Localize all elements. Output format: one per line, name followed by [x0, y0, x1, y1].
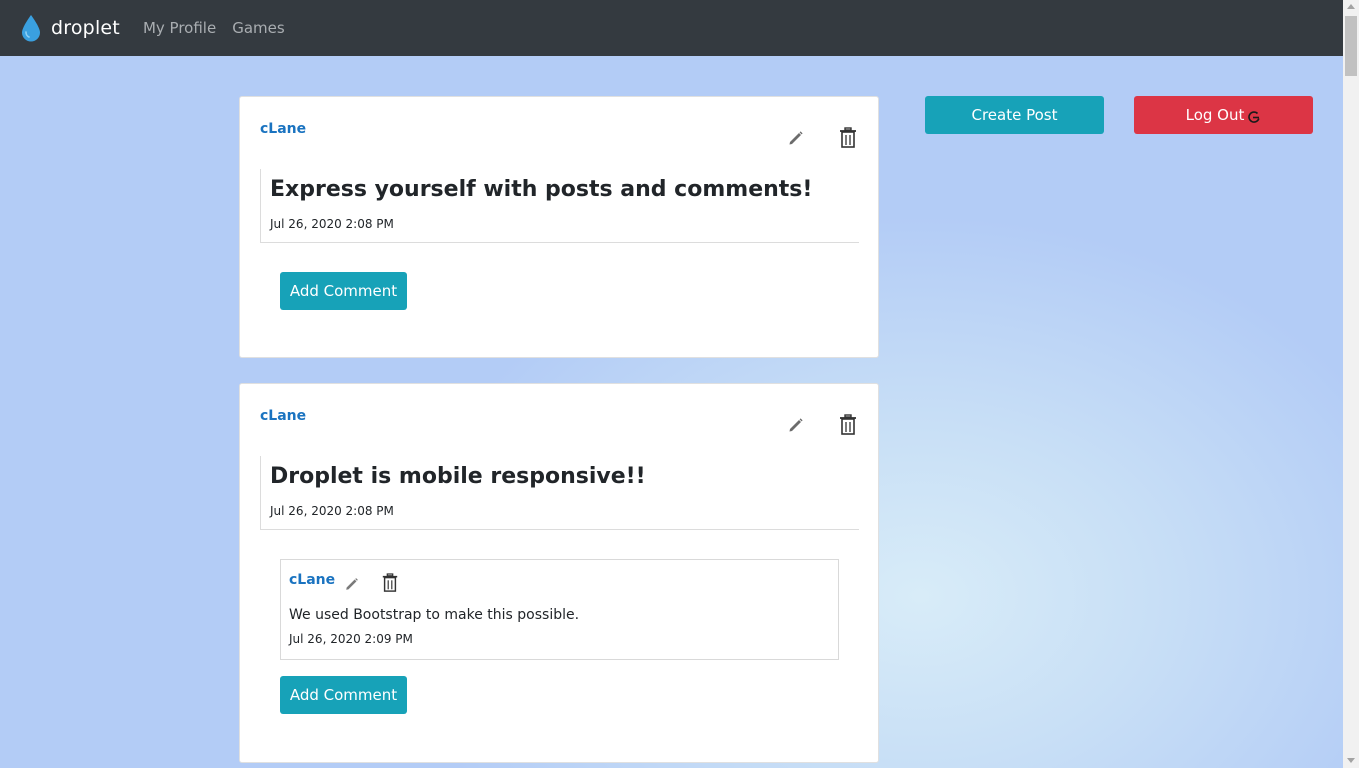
nav-link-my-profile[interactable]: My Profile [143, 19, 216, 37]
delete-comment-trash-icon[interactable] [381, 573, 399, 593]
add-comment-button[interactable]: Add Comment [280, 272, 407, 310]
post-content: Droplet is mobile responsive!! Jul 26, 2… [260, 456, 859, 530]
droplet-logo-icon [22, 15, 40, 42]
post-card: cLane Express yourself with posts and co… [239, 96, 879, 358]
create-post-button[interactable]: Create Post [925, 96, 1104, 134]
post-title: Express yourself with posts and comments… [270, 177, 813, 202]
nav-link-games[interactable]: Games [232, 19, 284, 37]
comment-text: We used Bootstrap to make this possible. [289, 607, 580, 623]
post-card: cLane Droplet is mobile responsive!! Jul… [239, 383, 879, 763]
log-out-button[interactable]: Log Out [1134, 96, 1313, 134]
scroll-down-arrow[interactable] [1343, 754, 1359, 768]
log-out-label: Log Out [1185, 106, 1245, 124]
brand[interactable]: droplet [20, 14, 120, 42]
comment-author[interactable]: cLane [289, 572, 335, 588]
comment: cLane We used Bootstrap to make this pos… [280, 559, 839, 660]
scrollbar[interactable] [1343, 0, 1359, 768]
post-content: Express yourself with posts and comments… [260, 169, 859, 243]
edit-comment-pencil-icon[interactable] [344, 576, 360, 592]
comment-timestamp: Jul 26, 2020 2:09 PM [289, 632, 413, 646]
post-author[interactable]: cLane [260, 408, 306, 424]
post-title: Droplet is mobile responsive!! [270, 464, 646, 489]
delete-trash-icon[interactable] [838, 414, 858, 436]
scroll-thumb[interactable] [1345, 16, 1357, 76]
post-author[interactable]: cLane [260, 121, 306, 137]
brand-name: droplet [51, 17, 120, 39]
edit-pencil-icon[interactable] [787, 416, 805, 434]
scroll-up-arrow[interactable] [1343, 0, 1359, 14]
power-off-icon [1248, 110, 1260, 123]
navbar: droplet My Profile Games [0, 0, 1343, 56]
post-timestamp: Jul 26, 2020 2:08 PM [270, 217, 394, 231]
delete-trash-icon[interactable] [838, 127, 858, 149]
add-comment-button[interactable]: Add Comment [280, 676, 407, 714]
post-timestamp: Jul 26, 2020 2:08 PM [270, 504, 394, 518]
edit-pencil-icon[interactable] [787, 129, 805, 147]
